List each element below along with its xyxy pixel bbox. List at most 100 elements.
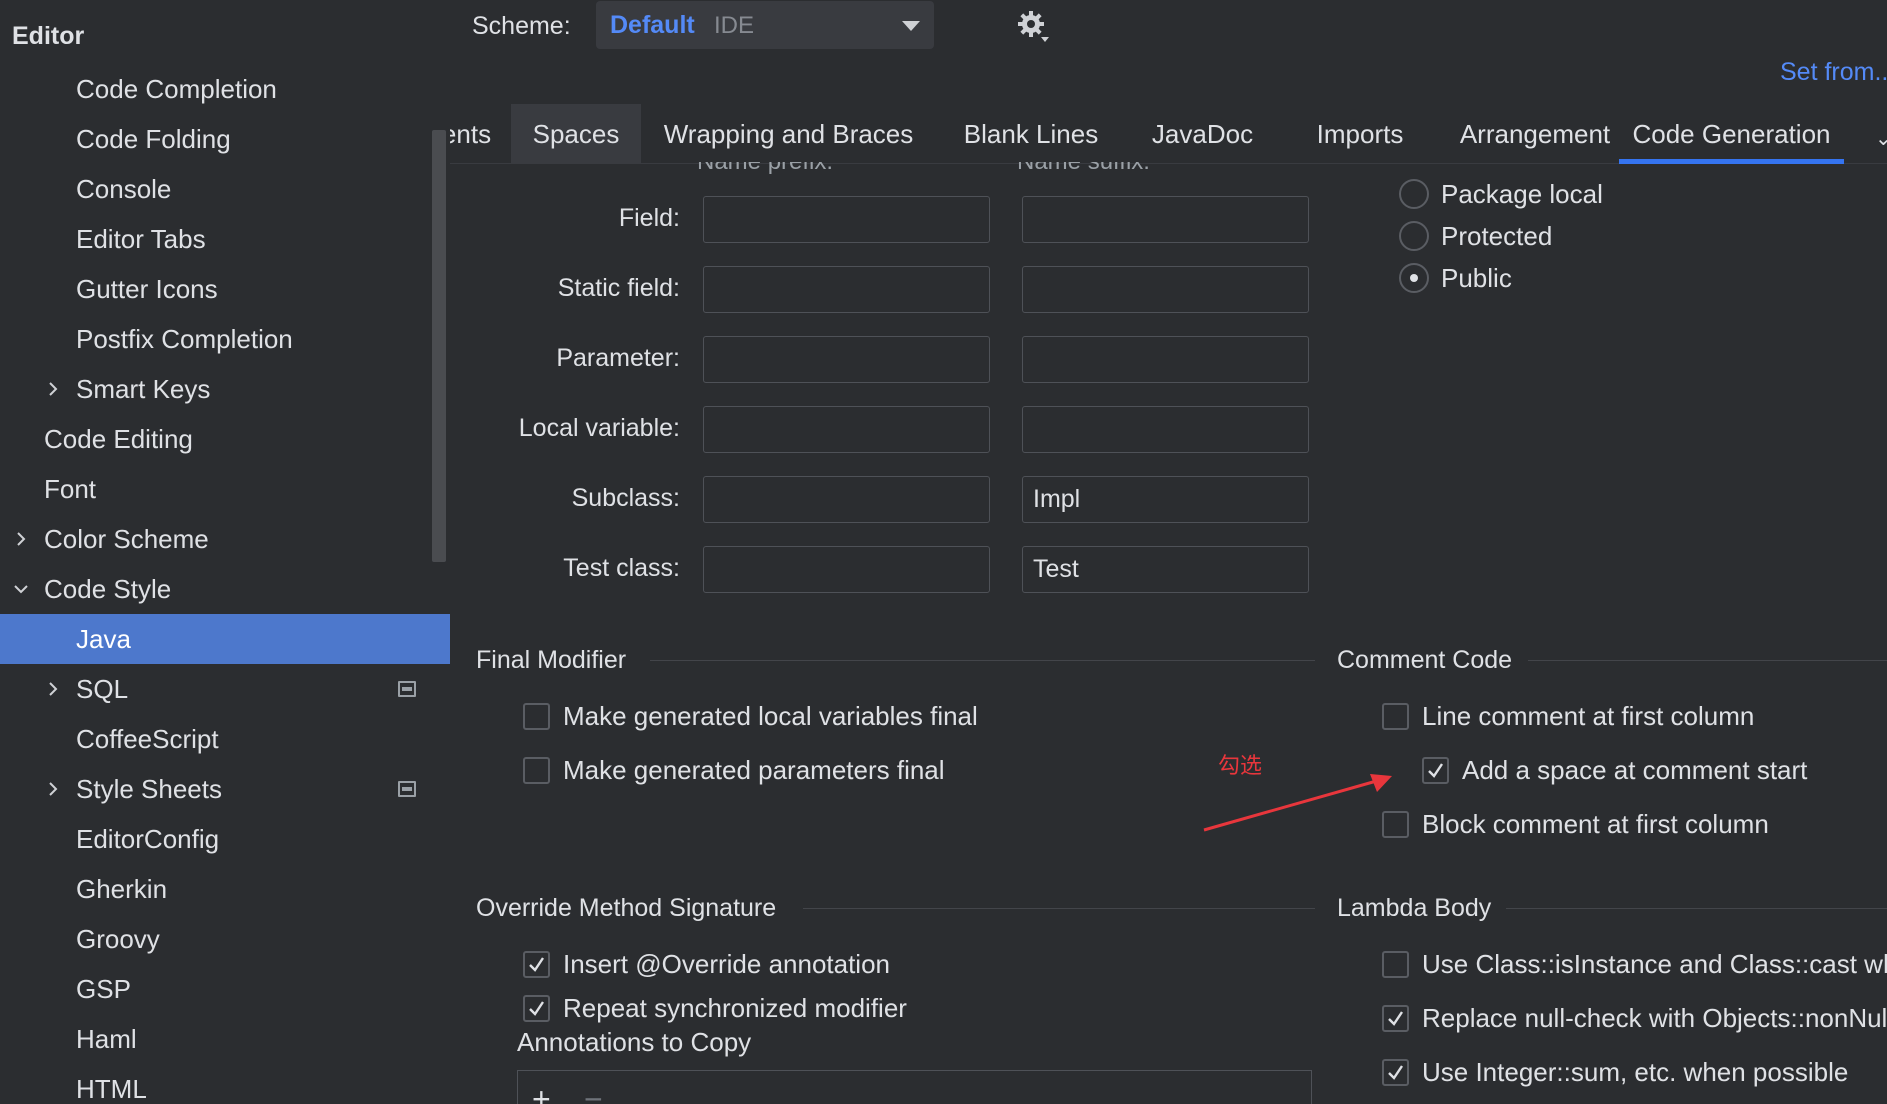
name-prefix-field[interactable] — [703, 266, 990, 313]
checkbox-checked[interactable] — [523, 995, 550, 1022]
sidebar-item-coffeescript[interactable]: CoffeeScript — [0, 714, 450, 764]
checkbox-label: Add a space at comment start — [1462, 755, 1808, 785]
sidebar-item-label: Code Editing — [44, 424, 193, 454]
sidebar-item-color-scheme[interactable]: Color Scheme — [0, 514, 450, 564]
sidebar-item-editorconfig[interactable]: EditorConfig — [0, 814, 450, 864]
sidebar-item-groovy[interactable]: Groovy — [0, 914, 450, 964]
name-suffix-field[interactable] — [1022, 196, 1309, 243]
gear-icon[interactable] — [1017, 10, 1051, 44]
chevron-right-icon[interactable] — [42, 664, 64, 714]
sidebar-item-code-editing[interactable]: Code Editing — [0, 414, 450, 464]
sidebar-item-label: Gherkin — [76, 874, 168, 904]
sidebar-item-label: Style Sheets — [76, 774, 222, 804]
name-suffix-field[interactable] — [1022, 266, 1309, 313]
sidebar-item-gutter-icons[interactable]: Gutter Icons — [0, 264, 450, 314]
radio-button[interactable] — [1399, 263, 1429, 293]
name-suffix-field[interactable] — [1022, 406, 1309, 453]
sidebar-item-label: Java — [76, 624, 131, 654]
scheme-name: Default — [610, 11, 695, 39]
sidebar-item-html[interactable]: HTML — [0, 1064, 450, 1104]
name-prefix-field[interactable] — [703, 336, 990, 383]
sidebar-item-sql[interactable]: SQL — [0, 664, 450, 714]
checkbox-unchecked[interactable] — [1382, 703, 1409, 730]
scheme-label: Scheme: — [472, 12, 571, 40]
sidebar-item-label: Code Folding — [76, 124, 231, 154]
sidebar-item-haml[interactable]: Haml — [0, 1014, 450, 1064]
radio-label: Package local — [1441, 179, 1603, 209]
checkbox-checked[interactable] — [1422, 757, 1449, 784]
chevron-right-icon[interactable] — [42, 764, 64, 814]
checkbox-checked[interactable] — [1382, 1059, 1409, 1086]
name-prefix-field[interactable] — [703, 476, 990, 523]
sidebar-item-font[interactable]: Font — [0, 464, 450, 514]
sidebar-item-label: SQL — [76, 674, 129, 704]
checkbox-checked[interactable] — [1382, 1005, 1409, 1032]
sidebar-item-label: HTML — [76, 1074, 147, 1104]
sidebar-scrollbar[interactable] — [432, 130, 446, 562]
chevron-down-icon[interactable] — [10, 564, 32, 614]
chevron-down-icon[interactable]: ⌄ — [1875, 126, 1887, 151]
sidebar-item-label: Haml — [76, 1024, 137, 1054]
group-divider — [650, 660, 1315, 661]
chevron-right-icon[interactable] — [42, 364, 64, 414]
annotations-list[interactable]: + − — [517, 1070, 1312, 1104]
sidebar-item-java[interactable]: Java — [0, 614, 450, 664]
tab-wrapping-and-braces[interactable]: Wrapping and Braces — [651, 104, 926, 164]
tab-imports[interactable]: Imports — [1301, 104, 1419, 164]
add-button[interactable]: + — [532, 1083, 551, 1104]
name-prefix-field[interactable] — [703, 406, 990, 453]
group-divider — [1506, 908, 1887, 909]
radio-button[interactable] — [1399, 179, 1429, 209]
name-prefix-field[interactable] — [703, 196, 990, 243]
sidebar-item-label: Font — [44, 474, 97, 504]
chevron-right-icon[interactable] — [10, 514, 32, 564]
sidebar-item-label: GSP — [76, 974, 131, 1004]
sidebar-item-label: Code Completion — [76, 74, 277, 104]
sidebar-item-label: Code Style — [44, 574, 172, 604]
name-suffix-field[interactable]: Impl — [1022, 476, 1309, 523]
checkbox-unchecked[interactable] — [1382, 951, 1409, 978]
radio-button[interactable] — [1399, 221, 1429, 251]
checkmark-icon — [1388, 1011, 1403, 1026]
sidebar-item-label: Console — [76, 174, 172, 204]
sidebar-item-gherkin[interactable]: Gherkin — [0, 864, 450, 914]
naming-row-label: Field: — [618, 204, 680, 232]
checkmark-icon — [529, 957, 544, 972]
checkbox-checked[interactable] — [523, 951, 550, 978]
checkbox-label: Replace null-check with Objects::nonNull… — [1422, 1003, 1887, 1033]
tab-ents[interactable]: ents — [450, 104, 503, 164]
sidebar-item-postfix-completion[interactable]: Postfix Completion — [0, 314, 450, 364]
sidebar-item-editor-tabs[interactable]: Editor Tabs — [0, 214, 450, 264]
scheme-dropdown[interactable]: Default IDE — [596, 1, 934, 49]
sidebar-item-label: Gutter Icons — [76, 274, 218, 304]
remove-button[interactable]: − — [584, 1083, 603, 1104]
name-prefix-field[interactable] — [703, 546, 990, 593]
sidebar-item-console[interactable]: Console — [0, 164, 450, 214]
tab-javadoc[interactable]: JavaDoc — [1135, 104, 1270, 164]
sidebar-item-style-sheets[interactable]: Style Sheets — [0, 764, 450, 814]
sidebar-item-gsp[interactable]: GSP — [0, 964, 450, 1014]
naming-row-label: Static field: — [557, 274, 680, 302]
comment-code-title: Comment Code — [1337, 646, 1513, 674]
tab-arrangement[interactable]: Arrangement — [1451, 104, 1619, 164]
sidebar-item-code-folding[interactable]: Code Folding — [0, 114, 450, 164]
name-suffix-field[interactable]: Test — [1022, 546, 1309, 593]
name-suffix-field[interactable] — [1022, 336, 1309, 383]
settings-sidebar: Editor Code Completion Code Folding Consol… — [0, 0, 450, 1104]
settings-content: Scheme: Default IDE Set from... entsSpac… — [450, 0, 1887, 1104]
tab-code-generation[interactable]: Code Generation — [1619, 104, 1844, 164]
tab-blank-lines[interactable]: Blank Lines — [957, 104, 1105, 164]
checkbox-unchecked[interactable] — [523, 757, 550, 784]
sidebar-item-smart-keys[interactable]: Smart Keys — [0, 364, 450, 414]
scheme-kind: IDE — [714, 12, 755, 39]
checkbox-label: Block comment at first column — [1422, 809, 1769, 839]
set-from-link[interactable]: Set from... — [1780, 58, 1887, 87]
tab-spaces[interactable]: Spaces — [511, 104, 641, 164]
sidebar-item-code-completion[interactable]: Code Completion — [0, 64, 450, 114]
sidebar-item-code-style[interactable]: Code Style — [0, 564, 450, 614]
checkbox-label: Make generated parameters final — [563, 755, 945, 785]
sidebar-item-label: EditorConfig — [76, 824, 220, 854]
checkbox-unchecked[interactable] — [523, 703, 550, 730]
project-settings-icon — [398, 781, 416, 797]
name-prefix-header: Name prefix: — [697, 162, 833, 174]
